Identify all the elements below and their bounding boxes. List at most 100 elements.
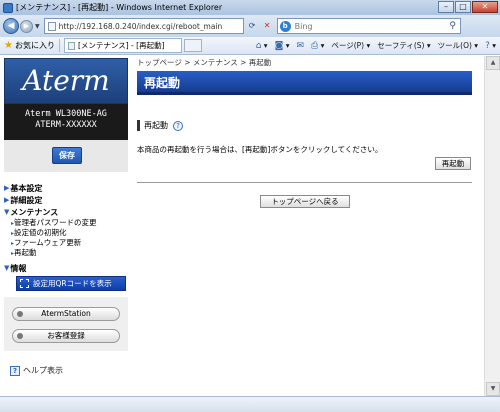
section-header: 再起動 ?	[137, 120, 482, 131]
url-box[interactable]	[43, 18, 244, 34]
sidebar-subitem-label: 設定値の初期化	[14, 228, 67, 237]
sidebar: Aterm Aterm WL300NE-AG ATERM-XXXXXX 保存 ▶…	[2, 58, 130, 396]
url-input[interactable]	[58, 21, 239, 31]
print-button[interactable]: ⎙ ▾	[311, 41, 324, 51]
sidebar-item-maintenance[interactable]: ▼ メンテナンス	[4, 206, 130, 218]
bing-icon: b	[279, 20, 291, 32]
search-box[interactable]: b ⚲	[276, 18, 461, 34]
sidebar-subitem-label: 再起動	[14, 248, 37, 257]
mail-button[interactable]: ✉	[296, 41, 304, 51]
mail-icon: ✉	[296, 40, 305, 51]
sidebar-subitem-reboot[interactable]: ▸再起動	[11, 248, 130, 258]
help-menu[interactable]: ? ▾	[485, 41, 496, 51]
safety-menu-label: セーフティ(S)	[377, 41, 425, 50]
save-button[interactable]: 保存	[52, 147, 82, 164]
separator	[58, 39, 60, 52]
sidebar-item-basic[interactable]: ▶ 基本設定	[4, 182, 130, 194]
aterm-logo: Aterm	[4, 58, 128, 104]
page-icon	[47, 21, 56, 31]
tab-title: [メンテナンス] - [再起動]	[77, 41, 165, 50]
safety-menu[interactable]: セーフティ(S) ▾	[377, 40, 430, 51]
page-menu-label: ページ(P)	[331, 41, 365, 50]
question-icon[interactable]: ?	[173, 120, 183, 131]
home-icon: ⌂	[255, 40, 262, 51]
close-button[interactable]: ✕	[472, 1, 498, 13]
customer-register-button[interactable]: お客様登録	[12, 329, 120, 343]
sidebar-item-label: 情報	[10, 263, 27, 273]
reboot-button[interactable]: 再起動	[435, 157, 471, 170]
search-icon[interactable]: ⚲	[446, 19, 460, 33]
model-panel: Aterm WL300NE-AG ATERM-XXXXXX	[4, 104, 128, 140]
section-marker	[137, 120, 140, 131]
section-title: 再起動	[144, 121, 168, 130]
aterm-station-button[interactable]: AtermStation	[12, 307, 120, 321]
arrow-down-icon: ▼	[4, 264, 10, 272]
help-icon: ?	[485, 40, 490, 51]
favorites-button[interactable]: ★ お気に入り	[4, 40, 55, 51]
history-dropdown-icon[interactable]: ▼	[35, 23, 40, 30]
tab-page-icon	[67, 41, 75, 50]
home-button[interactable]: ⌂ ▾	[256, 41, 268, 51]
customer-register-label: お客様登録	[47, 331, 85, 340]
tools-menu[interactable]: ツール(O) ▾	[438, 40, 478, 51]
sidebar-subitem-reset[interactable]: ▸設定値の初期化	[11, 228, 130, 238]
main-content: トップページ > メンテナンス > 再起動 再起動 再起動 ? 本商品の再起動を…	[137, 58, 482, 396]
help-icon: ?	[10, 365, 20, 376]
refresh-icon[interactable]: ⟳	[246, 19, 259, 33]
new-tab-button[interactable]	[183, 39, 202, 52]
qr-code-icon	[20, 279, 29, 288]
model-name: Aterm WL300NE-AG	[25, 109, 107, 119]
scroll-up-icon[interactable]: ▲	[486, 56, 500, 70]
print-icon: ⎙	[311, 40, 319, 51]
back-arrow-icon[interactable]: ◀	[3, 18, 19, 34]
feeds-button[interactable]: ◙ ▾	[275, 41, 290, 51]
sidebar-subitem-label: 管理者パスワードの変更	[14, 218, 97, 227]
sidebar-item-detail[interactable]: ▶ 詳細設定	[4, 194, 130, 206]
arrow-down-icon: ▼	[4, 208, 10, 216]
external-links-panel: AtermStation お客様登録	[4, 297, 128, 351]
scroll-down-icon[interactable]: ▼	[486, 382, 500, 396]
search-input[interactable]	[294, 21, 440, 31]
arrow-right-icon: ▶	[4, 196, 10, 204]
back-to-top-button[interactable]: トップページへ戻る	[260, 195, 350, 208]
sidebar-item-label: 詳細設定	[10, 195, 43, 205]
sidebar-subitem-label: ファームウェア更新	[14, 238, 82, 247]
aterm-station-label: AtermStation	[41, 309, 91, 318]
address-bar: ◀ ▶ ▼ ⟳ ✕ b ⚲	[0, 15, 500, 37]
page-title: 再起動	[137, 71, 472, 95]
help-link[interactable]: ? ヘルプ表示	[10, 365, 130, 376]
rss-icon: ◙	[274, 40, 284, 51]
favorites-label: お気に入り	[14, 41, 55, 50]
star-icon: ★	[4, 40, 13, 51]
device-id: ATERM-XXXXXX	[35, 120, 97, 130]
ie-icon	[3, 2, 13, 13]
status-bar	[0, 396, 500, 412]
bullet-icon	[17, 333, 23, 339]
qr-code-label: 設定用QRコードを表示	[33, 279, 112, 288]
minimize-button[interactable]: –	[438, 1, 454, 13]
page-content: Aterm Aterm WL300NE-AG ATERM-XXXXXX 保存 ▶…	[0, 56, 484, 396]
sidebar-subitem-password[interactable]: ▸管理者パスワードの変更	[11, 218, 130, 228]
page-menu[interactable]: ページ(P) ▾	[331, 40, 370, 51]
vertical-scrollbar[interactable]: ▲ ▼	[484, 56, 500, 396]
arrow-right-icon: ▶	[4, 184, 10, 192]
description-text: 本商品の再起動を行う場合は、[再起動]ボタンをクリックしてください。	[137, 145, 383, 154]
command-bar: ★ お気に入り [メンテナンス] - [再起動] ⌂ ▾ ◙ ▾ ✉ ⎙ ▾ ペ…	[0, 37, 500, 55]
qr-code-button[interactable]: 設定用QRコードを表示	[16, 276, 126, 291]
sidebar-item-label: メンテナンス	[10, 207, 59, 217]
stop-icon[interactable]: ✕	[261, 19, 274, 33]
sidebar-item-info[interactable]: ▼ 情報	[4, 262, 130, 274]
window-controls: – □ ✕	[437, 1, 498, 13]
save-panel: 保存	[4, 140, 128, 172]
browser-tab[interactable]: [メンテナンス] - [再起動]	[63, 38, 182, 53]
sidebar-subitem-firmware[interactable]: ▸ファームウェア更新	[11, 238, 130, 248]
tools-menu-label: ツール(O)	[437, 41, 472, 50]
forward-arrow-icon[interactable]: ▶	[20, 19, 33, 33]
toolbar-tools: ⌂ ▾ ◙ ▾ ✉ ⎙ ▾ ページ(P) ▾ セーフティ(S) ▾ ツール(O)…	[249, 40, 496, 51]
breadcrumb: トップページ > メンテナンス > 再起動	[137, 58, 272, 67]
sidebar-item-label: 基本設定	[10, 183, 43, 193]
help-label: ヘルプ表示	[23, 366, 63, 375]
bullet-icon	[17, 311, 23, 317]
sidebar-nav: ▶ 基本設定 ▶ 詳細設定 ▼ メンテナンス ▸管理者パスワードの変更 ▸設定値…	[2, 182, 130, 291]
maximize-button[interactable]: □	[455, 1, 471, 13]
